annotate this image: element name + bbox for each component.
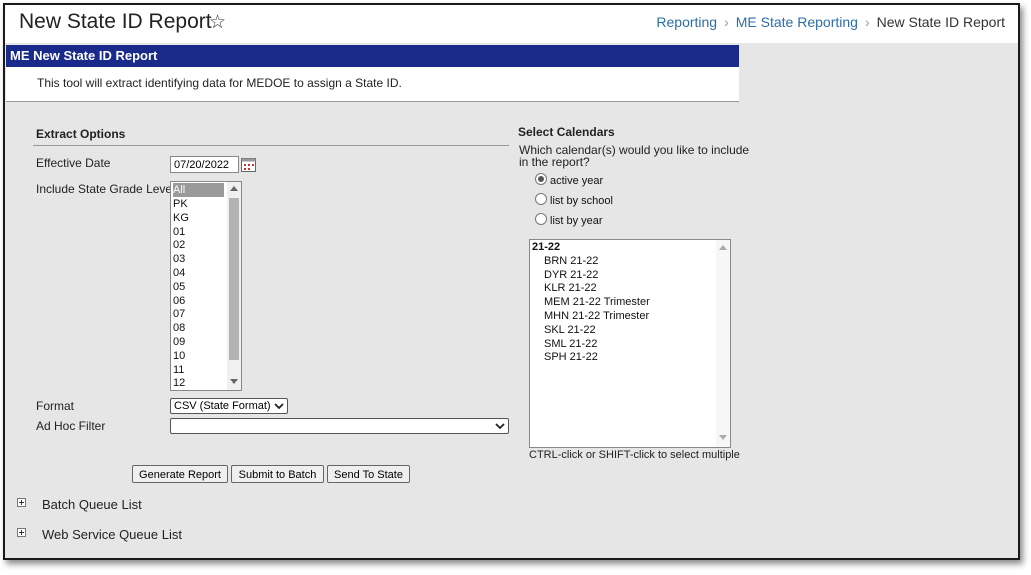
format-label: Format [36,399,75,413]
calendar-group-label: 21-22 [532,241,561,253]
calendar-option[interactable]: MEM 21-22 Trimester [544,296,650,308]
chevron-right-icon: › [864,14,870,30]
grade-option[interactable]: 08 [173,321,185,335]
calendar-option[interactable]: SPH 21-22 [544,351,598,363]
breadcrumb-reporting[interactable]: Reporting [656,14,717,30]
breadcrumb: Reporting › ME State Reporting › New State I… [656,14,1005,30]
grade-option[interactable]: 10 [173,349,185,363]
grade-option[interactable]: KG [173,211,189,225]
app-window: New State ID Report ☆ Reporting › ME State… [3,3,1020,560]
chevron-down-icon [495,423,505,430]
scroll-up-icon[interactable] [719,245,727,250]
radio-list-by-year-label: list by year [550,215,603,227]
grade-levels-scrollbar[interactable] [227,182,241,390]
send-to-state-button[interactable]: Send To State [327,465,410,483]
adhoc-filter-label: Ad Hoc Filter [36,419,106,433]
grade-levels-listbox[interactable]: All Grades PK KG 01 02 03 04 05 06 07 08… [170,181,242,391]
grade-option[interactable]: 03 [173,252,185,266]
format-selected-value: CSV (State Format) [174,400,271,412]
grade-option[interactable]: 06 [173,294,185,308]
format-select[interactable]: CSV (State Format) [170,398,288,414]
calendar-question-line-2: in the report? [519,155,590,169]
page-header: New State ID Report ☆ Reporting › ME State… [5,5,1018,43]
radio-list-by-year[interactable] [535,213,547,225]
calendar-option[interactable]: MHN 21-22 Trimester [544,310,649,322]
generate-report-button[interactable]: Generate Report [132,465,228,483]
divider [33,145,509,146]
expand-plus-icon[interactable] [17,498,26,507]
calendar-option[interactable]: DYR 21-22 [544,269,598,281]
calendar-option[interactable]: KLR 21-22 [544,282,597,294]
radio-list-by-school[interactable] [535,193,547,205]
grade-option[interactable]: 04 [173,266,185,280]
breadcrumb-current: New State ID Report [876,14,1005,30]
grade-option[interactable]: 09 [173,335,185,349]
grade-option[interactable]: 11 [173,363,184,377]
radio-active-year-label: active year [550,175,604,187]
effective-date-input[interactable] [170,156,239,173]
calendar-icon[interactable] [241,157,256,172]
expand-plus-icon[interactable] [17,528,26,537]
chevron-down-icon [274,403,284,410]
tool-description: This tool will extract identifying data … [37,76,402,90]
scroll-down-icon[interactable] [230,379,238,384]
radio-list-by-school-label: list by school [550,195,613,207]
radio-active-year[interactable] [535,173,547,185]
grade-option[interactable]: All Grades [173,183,224,210]
calendar-option[interactable]: SML 21-22 [544,338,597,350]
batch-queue-list-toggle[interactable]: Batch Queue List [42,497,142,512]
calendar-option[interactable]: BRN 21-22 [544,255,598,267]
grade-option[interactable]: 01 [173,225,185,239]
calendar-listbox[interactable]: 21-22 BRN 21-22 DYR 21-22 KLR 21-22 MEM … [529,239,731,448]
web-service-queue-list-toggle[interactable]: Web Service Queue List [42,527,182,542]
grade-option[interactable]: 05 [173,280,185,294]
grade-option[interactable]: 07 [173,307,185,321]
breadcrumb-me-state-reporting[interactable]: ME State Reporting [736,14,858,30]
scroll-up-icon[interactable] [230,186,238,191]
grade-option[interactable]: PK [173,197,188,211]
page-title: New State ID Report [19,10,212,33]
tool-description-box: This tool will extract identifying data … [6,67,739,102]
star-icon[interactable]: ☆ [209,11,226,34]
extract-options-heading: Extract Options [36,127,126,141]
submit-to-batch-button[interactable]: Submit to Batch [231,465,324,483]
adhoc-filter-select[interactable] [170,418,509,434]
grade-levels-label: Include State Grade Levels [36,182,181,196]
tool-heading: ME New State ID Report [6,45,739,67]
grade-option[interactable]: 12 [173,376,185,390]
chevron-right-icon: › [724,14,729,30]
effective-date-label: Effective Date [36,156,111,170]
select-calendars-heading: Select Calendars [518,125,615,139]
scroll-thumb[interactable] [229,198,239,360]
grade-option[interactable]: 02 [173,238,185,252]
calendar-option[interactable]: SKL 21-22 [544,324,596,336]
scroll-down-icon[interactable] [719,435,727,440]
calendar-scrollbar[interactable] [716,240,730,447]
multi-select-hint: CTRL-click or SHIFT-click to select mult… [529,449,740,461]
